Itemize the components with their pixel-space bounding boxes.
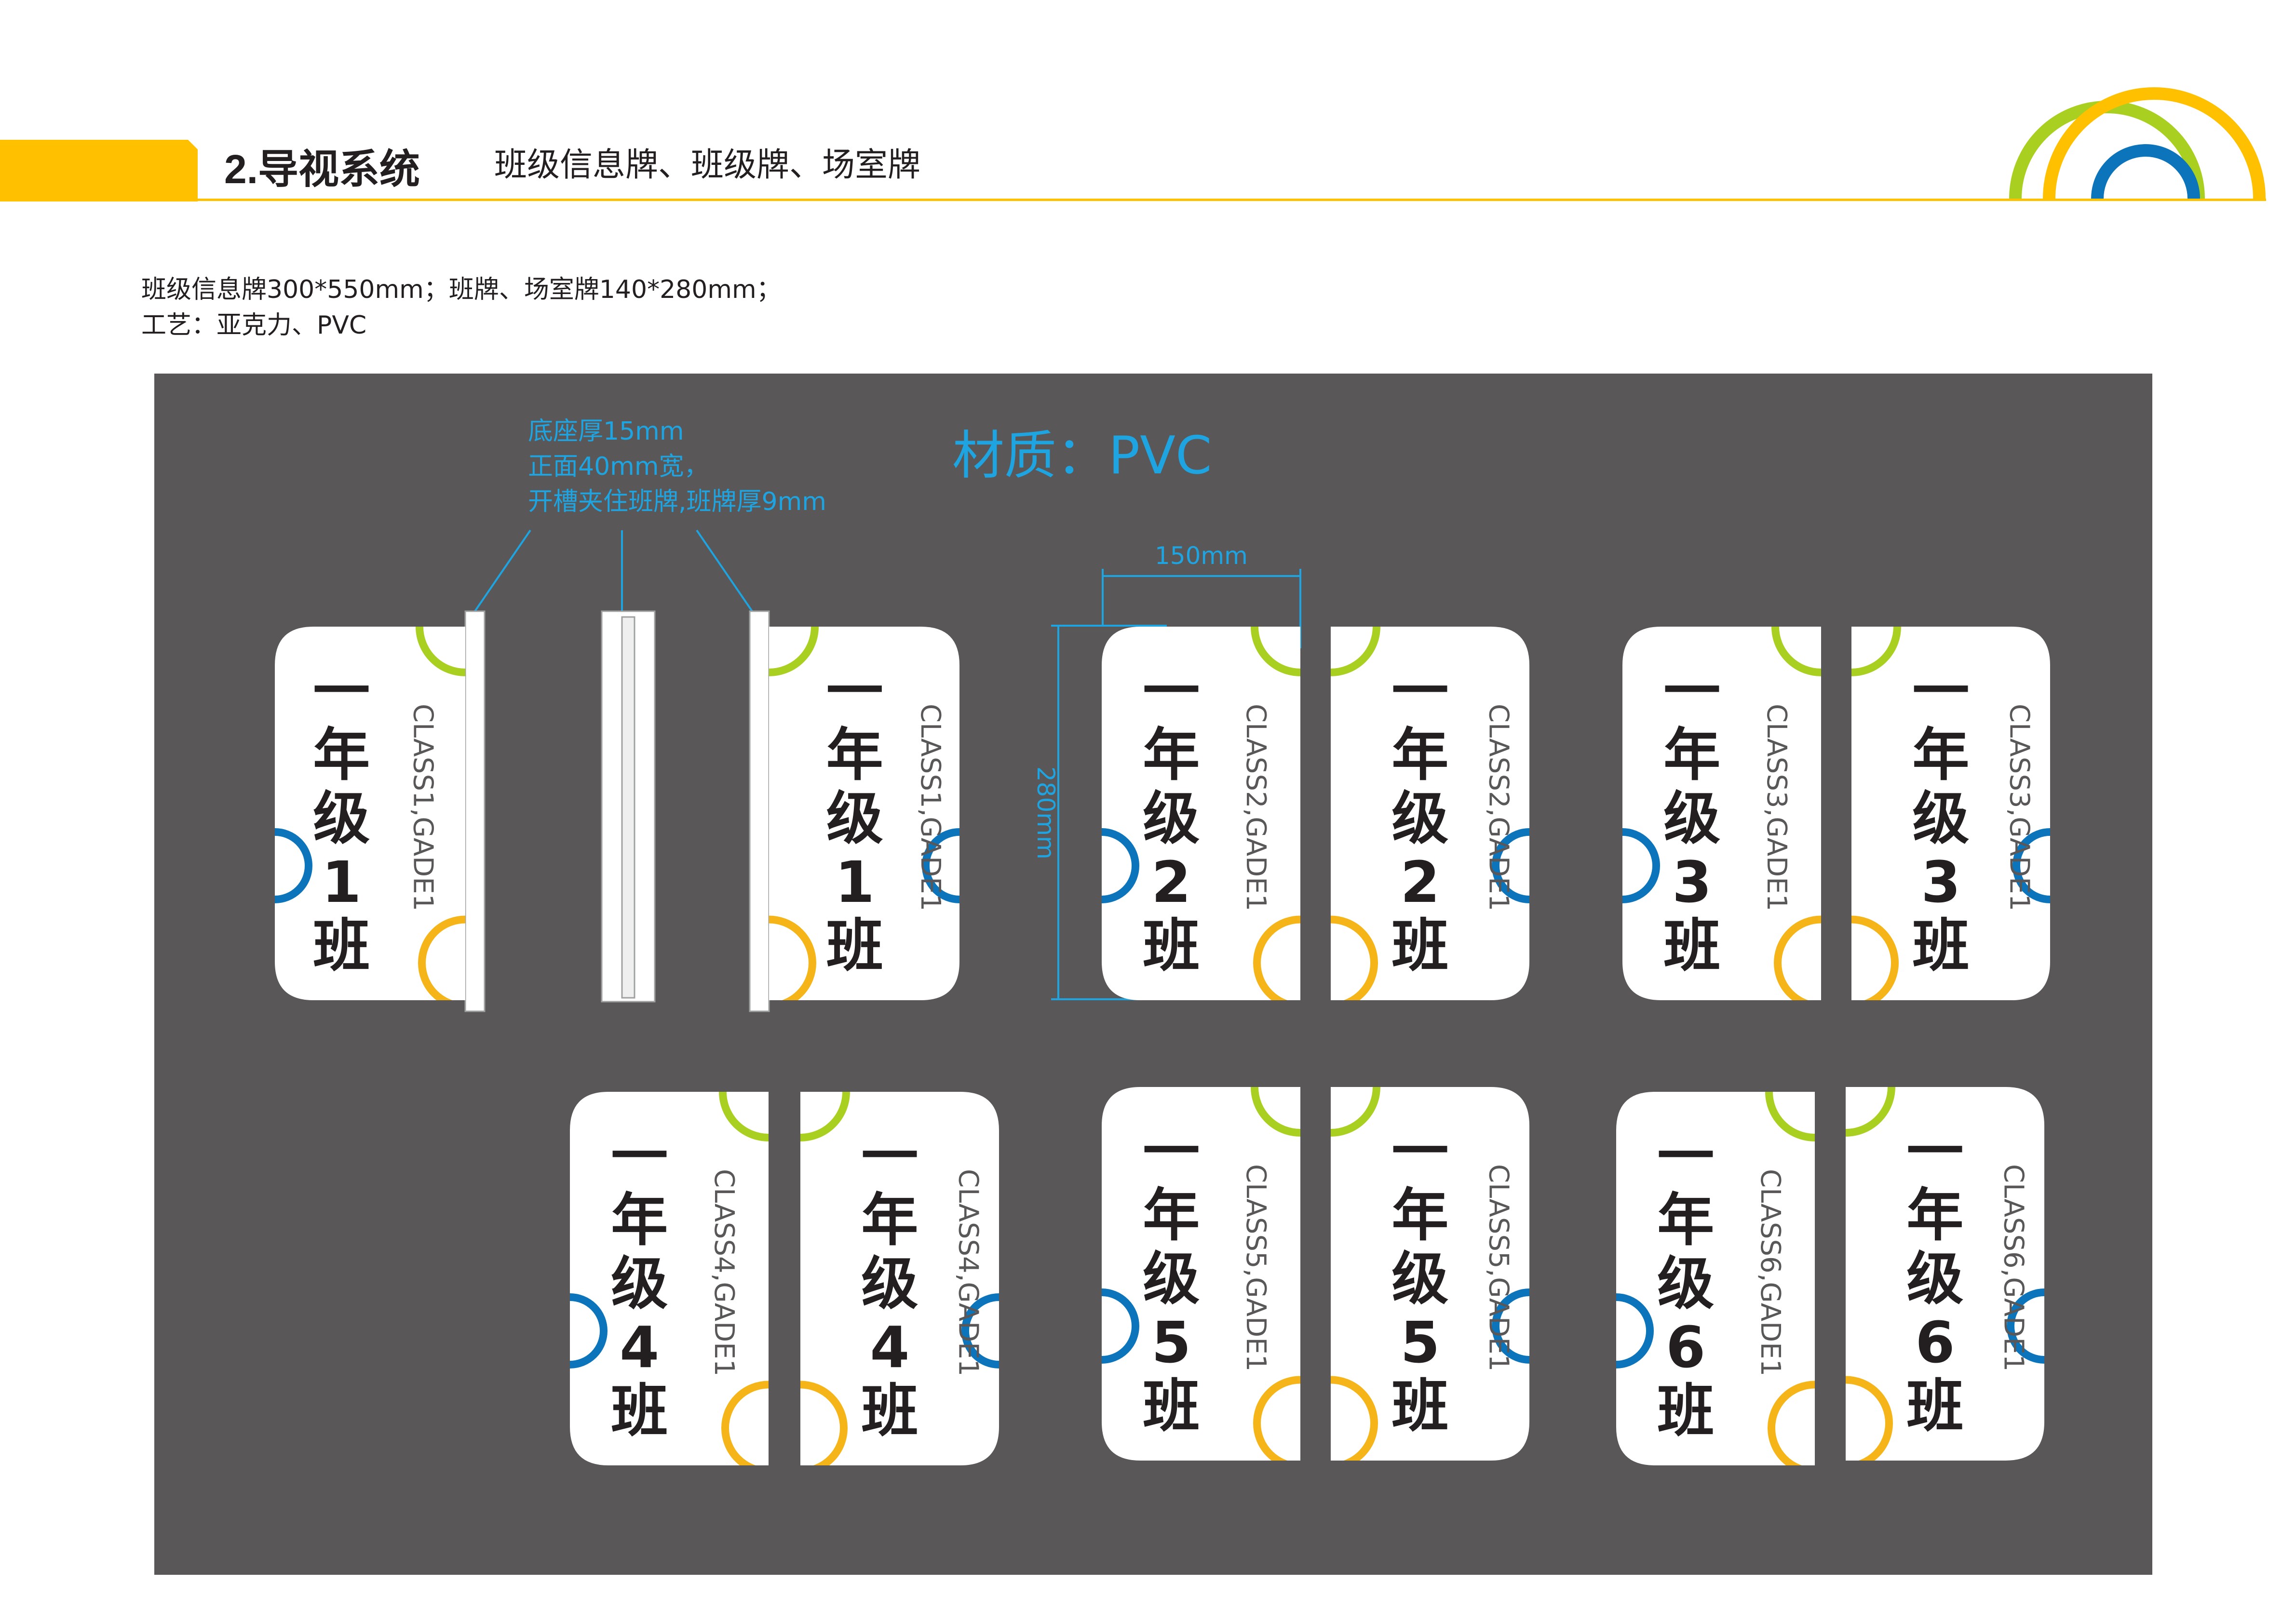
sign-class-number: 1 bbox=[835, 849, 875, 915]
section-subtitle: 班级信息牌、班级牌、场室牌 bbox=[494, 146, 920, 184]
ring-logo-icon bbox=[2009, 87, 2266, 199]
sign-english-label: CLASS3,GADE1 bbox=[1761, 704, 1792, 911]
sign-class-char: 班 bbox=[1391, 1373, 1448, 1439]
sign-year-char: 年 bbox=[1912, 722, 1969, 788]
sign-class-number: 2 bbox=[1400, 849, 1440, 915]
sign-class-number: 5 bbox=[1151, 1309, 1191, 1376]
sign-year-char: 年 bbox=[313, 722, 370, 788]
sign-class-number: 1 bbox=[322, 849, 361, 915]
sign-grade-char: 一 bbox=[1663, 658, 1720, 724]
spec-sizes: 班级信息牌300*550mm；班牌、场室牌140*280mm； bbox=[141, 275, 782, 304]
sign-class-number: 4 bbox=[620, 1314, 659, 1381]
sign-class-char: 班 bbox=[611, 1378, 668, 1444]
sign-year-char: 年 bbox=[1391, 1182, 1448, 1248]
sign-year-char: 年 bbox=[1391, 722, 1448, 788]
sign-english-label: CLASS1,GADE1 bbox=[915, 704, 946, 911]
material-label: 材质：PVC bbox=[952, 426, 1212, 486]
sign-year-char: 年 bbox=[861, 1187, 918, 1253]
sign-year-char: 年 bbox=[1143, 1182, 1200, 1248]
sign-class-char: 班 bbox=[313, 912, 370, 979]
sign-grade-char: 一 bbox=[1143, 658, 1200, 724]
sign-year-char: 年 bbox=[611, 1187, 668, 1253]
sign-level-char: 级 bbox=[826, 785, 883, 852]
base-note-2: 正面40mm宽， bbox=[528, 452, 709, 481]
base-note-1: 底座厚15mm bbox=[528, 417, 684, 446]
sign-level-char: 级 bbox=[861, 1250, 918, 1317]
sign-level-char: 级 bbox=[1906, 1246, 1963, 1312]
sign-level-char: 级 bbox=[1657, 1250, 1714, 1317]
sign-class-number: 4 bbox=[870, 1314, 909, 1381]
sign-level-char: 级 bbox=[1143, 1246, 1200, 1312]
sign-class-char: 班 bbox=[1663, 912, 1720, 979]
sign-grade-char: 一 bbox=[1906, 1118, 1963, 1185]
sign-level-char: 级 bbox=[1143, 785, 1200, 852]
sign-english-label: CLASS4,GADE1 bbox=[708, 1169, 740, 1376]
base-profile-center bbox=[601, 610, 656, 1003]
sign-english-label: CLASS6,GADE1 bbox=[1998, 1164, 2029, 1371]
sign-grade-char: 一 bbox=[1391, 658, 1448, 724]
sign-class-number: 6 bbox=[1915, 1309, 1955, 1376]
height-dimension-label: 280mm bbox=[1032, 766, 1060, 859]
sign-english-label: CLASS2,GADE1 bbox=[1240, 704, 1271, 911]
sign-class-char: 班 bbox=[826, 912, 883, 979]
sign-grade-char: 一 bbox=[1657, 1123, 1714, 1190]
sign-grade-char: 一 bbox=[313, 658, 370, 724]
sign-class-char: 班 bbox=[1657, 1378, 1714, 1444]
sign-english-label: CLASS2,GADE1 bbox=[1483, 704, 1514, 911]
sign-year-char: 年 bbox=[1663, 722, 1720, 788]
sign-english-label: CLASS5,GADE1 bbox=[1240, 1164, 1271, 1371]
spec-process: 工艺：亚克力、PVC bbox=[141, 311, 366, 340]
section-title: 2.导视系统 bbox=[224, 147, 420, 192]
sign-grade-char: 一 bbox=[1143, 1118, 1200, 1185]
sign-year-char: 年 bbox=[1906, 1182, 1963, 1248]
sign-class-char: 班 bbox=[1906, 1373, 1963, 1439]
sign-grade-char: 一 bbox=[861, 1123, 918, 1190]
sign-class-number: 2 bbox=[1151, 849, 1191, 915]
sign-level-char: 级 bbox=[1391, 785, 1448, 852]
sign-year-char: 年 bbox=[826, 722, 883, 788]
sign-year-char: 年 bbox=[1657, 1187, 1714, 1253]
base-note-3: 开槽夹住班牌,班牌厚9mm bbox=[528, 487, 826, 516]
header: 2.导视系统 班级信息牌、班级牌、场室牌 bbox=[0, 87, 2266, 201]
sign-class-number: 5 bbox=[1400, 1309, 1440, 1376]
sign-english-label: CLASS4,GADE1 bbox=[953, 1169, 984, 1376]
sign-class-number: 3 bbox=[1921, 849, 1960, 915]
base-profile-left bbox=[464, 610, 486, 1012]
header-rule bbox=[198, 199, 2266, 201]
sign-english-label: CLASS6,GADE1 bbox=[1755, 1169, 1786, 1376]
sign-class-char: 班 bbox=[1391, 912, 1448, 979]
sign-class-char: 班 bbox=[1912, 912, 1969, 979]
sign-class-number: 3 bbox=[1672, 849, 1712, 915]
sign-english-label: CLASS3,GADE1 bbox=[2004, 704, 2035, 911]
sign-class-char: 班 bbox=[1143, 1373, 1200, 1439]
sign-level-char: 级 bbox=[1391, 1246, 1448, 1312]
sign-level-char: 级 bbox=[1663, 785, 1720, 852]
sign-grade-char: 一 bbox=[1912, 658, 1969, 724]
sign-english-label: CLASS1,GADE1 bbox=[407, 704, 438, 911]
sign-grade-char: 一 bbox=[826, 658, 883, 724]
width-dimension-label: 150mm bbox=[1155, 542, 1248, 570]
sign-level-char: 级 bbox=[611, 1250, 668, 1317]
sign-class-char: 班 bbox=[861, 1378, 918, 1444]
header-accent-tab bbox=[0, 140, 198, 201]
sign-class-number: 6 bbox=[1666, 1314, 1705, 1381]
base-profile-right bbox=[749, 610, 770, 1012]
sign-class-char: 班 bbox=[1143, 912, 1200, 979]
sign-level-char: 级 bbox=[1912, 785, 1969, 852]
sign-level-char: 级 bbox=[313, 785, 370, 852]
sign-grade-char: 一 bbox=[611, 1123, 668, 1190]
sign-grade-char: 一 bbox=[1391, 1118, 1448, 1185]
sign-year-char: 年 bbox=[1143, 722, 1200, 788]
sign-english-label: CLASS5,GADE1 bbox=[1483, 1164, 1514, 1371]
